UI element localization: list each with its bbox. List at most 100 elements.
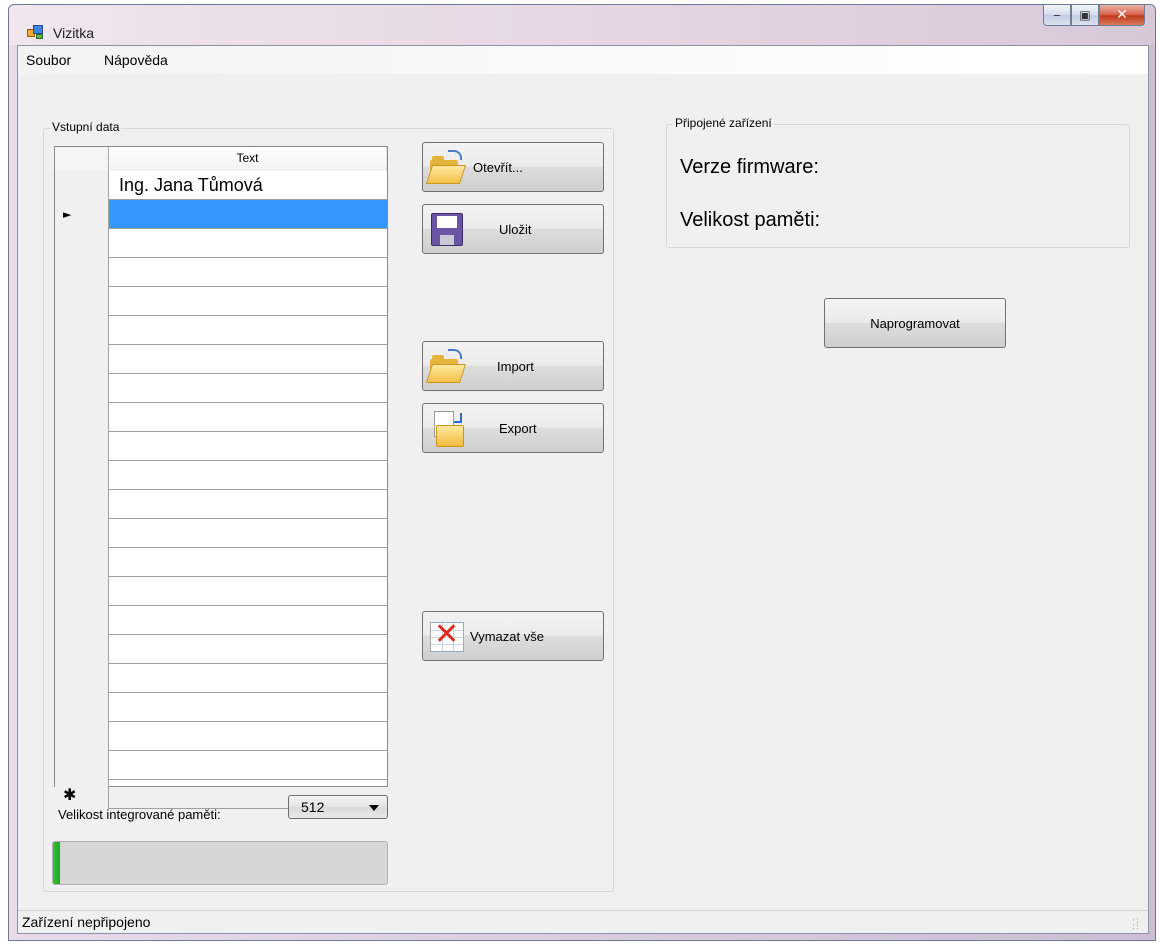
table-row[interactable] [55, 403, 387, 432]
grid-cell-text[interactable] [109, 403, 387, 431]
grid-cell-text[interactable] [109, 722, 387, 750]
row-header[interactable] [55, 345, 109, 374]
memory-size-info-label: Velikost paměti: [680, 209, 821, 231]
minimize-icon: ‒ [1053, 8, 1061, 22]
row-header[interactable] [55, 635, 109, 664]
grid-cell-text[interactable] [109, 577, 387, 605]
grid-cell-text[interactable] [109, 229, 387, 257]
save-button[interactable]: Uložit [422, 204, 604, 254]
table-row[interactable] [55, 461, 387, 490]
chevron-down-icon[interactable] [369, 805, 379, 811]
open-button-label: Otevřít... [473, 160, 523, 175]
table-row[interactable] [55, 490, 387, 519]
clear-all-button-label: Vymazat vše [470, 629, 544, 644]
row-header[interactable] [55, 432, 109, 461]
table-row[interactable] [55, 606, 387, 635]
grid-cell-text[interactable] [109, 200, 387, 228]
table-row[interactable] [55, 432, 387, 461]
grid-cell-text[interactable] [109, 490, 387, 518]
grid-cell-text[interactable] [109, 345, 387, 373]
resize-grip-icon[interactable]: ·::: [1132, 917, 1144, 932]
row-header[interactable] [55, 374, 109, 403]
row-header[interactable] [55, 606, 109, 635]
progress-bar-fill [53, 842, 60, 884]
grid-cell-text[interactable] [109, 751, 387, 779]
table-row[interactable] [55, 229, 387, 258]
grid-cell-text[interactable] [109, 606, 387, 634]
row-header[interactable] [55, 229, 109, 258]
progress-bar [52, 841, 388, 885]
table-row[interactable] [55, 316, 387, 345]
grid-cell-text[interactable] [109, 635, 387, 663]
table-row[interactable] [55, 751, 387, 780]
status-text: Zařízení nepřipojeno [22, 914, 151, 930]
import-button[interactable]: Import [422, 341, 604, 391]
row-header[interactable]: ✱ [55, 780, 109, 809]
table-row[interactable] [55, 577, 387, 606]
minimize-button[interactable]: ‒ [1043, 5, 1071, 26]
row-header[interactable] [55, 316, 109, 345]
table-row[interactable] [55, 693, 387, 722]
app-icon[interactable] [27, 25, 44, 39]
table-row[interactable] [55, 548, 387, 577]
table-row[interactable] [55, 519, 387, 548]
row-header[interactable] [55, 490, 109, 519]
grid-cell-text[interactable]: Ing. Jana Tůmová [109, 171, 387, 199]
menu-bar: Soubor Nápověda [18, 46, 1148, 74]
table-row[interactable] [55, 722, 387, 751]
export-icon [428, 411, 466, 447]
menu-soubor[interactable]: Soubor [26, 52, 71, 68]
grid-cell-text[interactable] [109, 461, 387, 489]
save-button-label: Uložit [499, 222, 532, 237]
grid-cell-text[interactable] [109, 519, 387, 547]
grid-corner[interactable] [55, 147, 109, 171]
program-button[interactable]: Naprogramovat [824, 298, 1006, 348]
client-area: Soubor Nápověda Vstupní data Text Ing. J… [17, 45, 1149, 934]
status-bar: Zařízení nepřipojeno ·::: [18, 910, 1148, 933]
open-button[interactable]: Otevřít... [422, 142, 604, 192]
export-button[interactable]: Export [422, 403, 604, 453]
row-header[interactable]: ► [55, 200, 109, 229]
column-header-text[interactable]: Text [109, 147, 387, 171]
row-header[interactable] [55, 287, 109, 316]
grid-cell-text[interactable] [109, 693, 387, 721]
maximize-button[interactable]: ▣ [1071, 5, 1099, 26]
table-row[interactable] [55, 345, 387, 374]
table-row[interactable] [55, 287, 387, 316]
row-header[interactable] [55, 693, 109, 722]
menu-napoveda[interactable]: Nápověda [104, 52, 168, 68]
row-header[interactable] [55, 548, 109, 577]
grid-cell-text[interactable] [109, 548, 387, 576]
row-header[interactable] [55, 664, 109, 693]
memory-size-select[interactable]: 512 [288, 795, 388, 819]
row-header[interactable] [55, 577, 109, 606]
row-header[interactable] [55, 171, 109, 200]
grid-cell-text[interactable] [109, 258, 387, 286]
grid-cell-text[interactable] [109, 374, 387, 402]
row-header[interactable] [55, 722, 109, 751]
row-header[interactable] [55, 751, 109, 780]
table-row[interactable]: ► [55, 200, 387, 229]
grid-cell-text[interactable] [109, 287, 387, 315]
data-grid[interactable]: Text Ing. Jana Tůmová ► ✱ [54, 146, 388, 809]
grid-header: Text [55, 147, 387, 171]
current-row-icon: ► [63, 208, 72, 221]
table-row[interactable] [55, 258, 387, 287]
row-header[interactable] [55, 403, 109, 432]
memory-size-value: 512 [301, 799, 325, 815]
grid-cell-text[interactable] [109, 432, 387, 460]
grid-cell-text[interactable] [109, 316, 387, 344]
table-row[interactable] [55, 374, 387, 403]
row-header[interactable] [55, 258, 109, 287]
row-header[interactable] [55, 461, 109, 490]
table-row[interactable]: Ing. Jana Tůmová [55, 171, 387, 200]
table-row[interactable] [55, 664, 387, 693]
table-row[interactable] [55, 635, 387, 664]
title-bar[interactable]: Vizitka ‒ ▣ ✕ [9, 5, 1155, 45]
clear-all-button[interactable]: ✕ Vymazat vše [422, 611, 604, 661]
close-button[interactable]: ✕ [1099, 5, 1145, 26]
grid-cell-text[interactable] [109, 664, 387, 692]
program-button-label: Naprogramovat [870, 316, 960, 331]
row-header[interactable] [55, 519, 109, 548]
connected-device-group-title: Připojené zařízení [673, 116, 774, 130]
